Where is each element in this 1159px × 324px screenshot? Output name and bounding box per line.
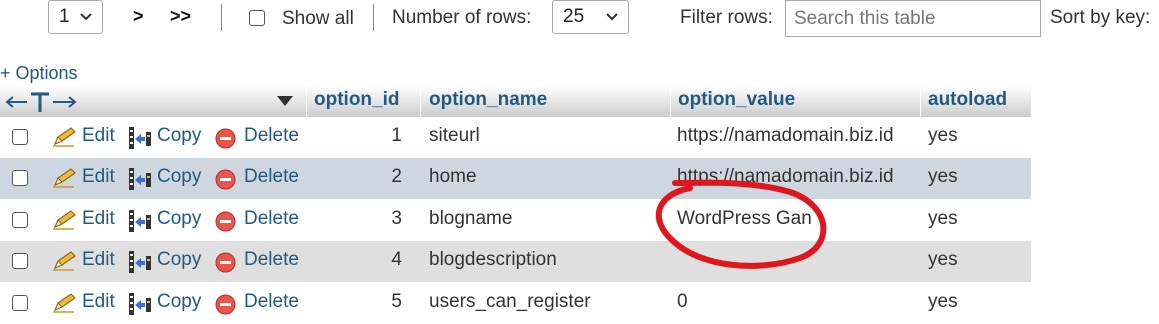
delete-icon (215, 211, 236, 232)
column-divider (306, 86, 307, 117)
cell-option-name: blogdescription (429, 249, 557, 270)
copy-icon (129, 127, 151, 149)
rows-label: Number of rows: (392, 7, 532, 28)
delete-icon (215, 252, 236, 273)
copy-icon (129, 293, 151, 315)
divider (221, 4, 222, 31)
row-checkbox[interactable] (12, 253, 28, 269)
pencil-icon (53, 168, 76, 188)
delete-button[interactable]: Delete (244, 125, 299, 147)
pencil-icon (53, 293, 76, 313)
edit-button[interactable]: Edit (82, 208, 115, 230)
copy-button[interactable]: Copy (157, 166, 201, 188)
options-link[interactable]: + Options (0, 63, 78, 84)
next-page-button[interactable]: > (133, 6, 144, 27)
edit-button[interactable]: Edit (82, 166, 115, 188)
copy-button[interactable]: Copy (157, 208, 201, 230)
table-row[interactable]: Edit Copy Delete 1 siteurl https://namad… (0, 117, 1031, 158)
rows-select-value: 25 (563, 6, 585, 27)
cell-option-id: 3 (391, 208, 402, 229)
show-all-label: Show all (282, 8, 354, 29)
column-resize-icon[interactable] (5, 91, 77, 113)
cell-autoload: yes (928, 291, 958, 312)
edit-button[interactable]: Edit (82, 125, 115, 147)
chevron-down-icon (606, 13, 618, 21)
table-row[interactable]: Edit Copy Delete 3 blogname WordPress Ga… (0, 200, 1031, 241)
cell-option-value: 0 (677, 291, 688, 312)
row-checkbox[interactable] (12, 129, 28, 145)
column-header-option-value[interactable]: option_value (678, 89, 795, 111)
cell-option-name: siteurl (429, 125, 480, 146)
delete-button[interactable]: Delete (244, 249, 299, 271)
delete-button[interactable]: Delete (244, 291, 299, 313)
copy-icon (129, 251, 151, 273)
cell-option-name: home (429, 166, 477, 187)
caret-down-icon[interactable] (277, 96, 293, 106)
column-divider (670, 86, 671, 117)
cell-autoload: yes (928, 166, 958, 187)
cell-autoload: yes (928, 125, 958, 146)
cell-option-id: 1 (391, 125, 402, 146)
chevron-down-icon (80, 13, 92, 21)
cell-option-id: 5 (391, 291, 402, 312)
delete-icon (215, 169, 236, 190)
delete-icon (215, 128, 236, 149)
row-checkbox[interactable] (12, 170, 28, 186)
table-row[interactable]: Edit Copy Delete 2 home https://namadoma… (0, 158, 1031, 199)
table-header: option_id option_name option_value autol… (0, 86, 1031, 117)
edit-button[interactable]: Edit (82, 291, 115, 313)
cell-autoload: yes (928, 249, 958, 270)
delete-button[interactable]: Delete (244, 208, 299, 230)
pencil-icon (53, 127, 76, 147)
copy-icon (129, 210, 151, 232)
cell-option-name: blogname (429, 208, 513, 229)
cell-option-value: https://namadomain.biz.id (677, 166, 894, 187)
column-divider (920, 86, 921, 117)
cell-autoload: yes (928, 208, 958, 229)
cell-option-name: users_can_register (429, 291, 591, 312)
cell-option-id: 2 (391, 166, 402, 187)
sort-label: Sort by key: (1050, 7, 1151, 28)
divider (373, 4, 374, 31)
column-divider (420, 86, 421, 117)
cell-option-value: WordPress Gan (677, 208, 812, 229)
table-row[interactable]: Edit Copy Delete 4 blogdescription yes (0, 241, 1031, 282)
delete-icon (215, 294, 236, 315)
edit-button[interactable]: Edit (82, 249, 115, 271)
page-select[interactable]: 1 (48, 0, 103, 34)
copy-icon (129, 168, 151, 190)
row-checkbox[interactable] (12, 212, 28, 228)
copy-button[interactable]: Copy (157, 125, 201, 147)
column-header-option-name[interactable]: option_name (429, 89, 547, 111)
filter-label: Filter rows: (680, 7, 773, 28)
delete-button[interactable]: Delete (244, 166, 299, 188)
show-all-checkbox[interactable] (249, 10, 265, 26)
copy-button[interactable]: Copy (157, 249, 201, 271)
pencil-icon (53, 210, 76, 230)
cell-option-value: https://namadomain.biz.id (677, 125, 894, 146)
cell-option-id: 4 (391, 249, 402, 270)
pencil-icon (53, 251, 76, 271)
column-header-autoload[interactable]: autoload (928, 89, 1007, 111)
copy-button[interactable]: Copy (157, 291, 201, 313)
rows-select[interactable]: 25 (552, 0, 629, 34)
column-header-option-id[interactable]: option_id (314, 89, 399, 111)
row-checkbox[interactable] (12, 295, 28, 311)
page-select-value: 1 (59, 6, 70, 27)
pagination-bar: 1 > >> Show all Number of rows: 25 Filte… (0, 0, 1159, 40)
search-input[interactable] (785, 0, 1041, 37)
table-row[interactable]: Edit Copy Delete 5 users_can_register 0 … (0, 283, 1031, 324)
last-page-button[interactable]: >> (170, 6, 191, 27)
